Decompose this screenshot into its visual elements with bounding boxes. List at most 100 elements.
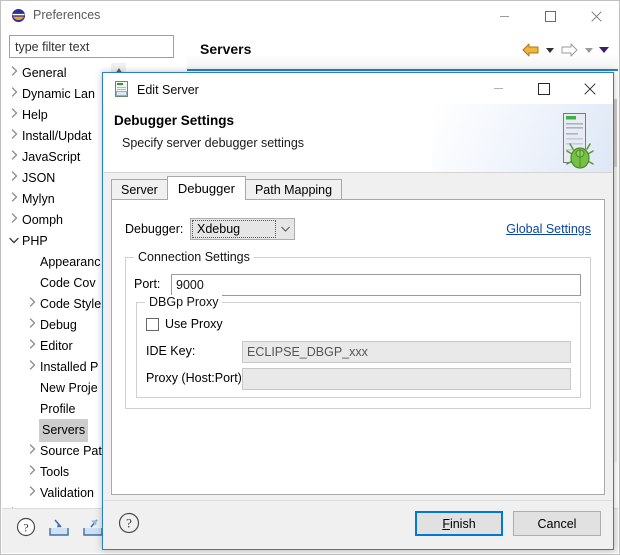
sidebar-item-installed-p[interactable]: Installed P (3, 357, 111, 378)
preferences-tree[interactable]: General Dynamic Lan Help Install/Updat JavaS… (3, 63, 111, 511)
port-label: Port: (134, 277, 161, 291)
minimize-button[interactable] (481, 1, 527, 31)
banner-description: Specify server debugger settings (122, 136, 305, 150)
sidebar-item-mylyn[interactable]: Mylyn (3, 189, 111, 210)
sidebar-item-oomph[interactable]: Oomph (3, 210, 111, 231)
back-arrow-icon[interactable] (519, 40, 541, 60)
port-row: Port: (134, 274, 581, 296)
finish-button-label: inish (449, 516, 476, 531)
global-settings-link[interactable]: Global Settings (506, 222, 591, 236)
sidebar-item-editor[interactable]: Editor (3, 336, 111, 357)
eclipse-icon (11, 8, 26, 23)
sidebar-item-label: Appearanc (40, 255, 101, 269)
proxy-host-port-input[interactable] (242, 368, 571, 390)
maximize-button[interactable] (521, 73, 567, 104)
chevron-down-icon[interactable] (7, 231, 21, 252)
forward-arrow-icon[interactable] (558, 40, 580, 60)
chevron-right-icon[interactable] (7, 126, 21, 147)
sidebar-item-dynamic-lan[interactable]: Dynamic Lan (3, 84, 111, 105)
chevron-right-icon[interactable] (7, 84, 21, 105)
sidebar-item-label: Code Cov (40, 276, 96, 290)
sidebar-item-debug[interactable]: Debug (3, 315, 111, 336)
sidebar-item-label: Editor (40, 339, 73, 353)
close-button[interactable] (573, 1, 619, 31)
chevron-right-icon[interactable] (7, 189, 21, 210)
server-icon (115, 81, 128, 100)
chevron-right-icon[interactable] (7, 147, 21, 168)
back-dropdown-chevron-down-icon[interactable] (543, 40, 556, 60)
debugger-selector-row: Debugger: Xdebug Global Settings (125, 218, 591, 242)
maximize-button[interactable] (527, 1, 573, 31)
sidebar-item-label: Source Pat (40, 444, 102, 458)
sidebar-item-label: Tools (40, 465, 70, 479)
ide-key-row: IDE Key: (146, 341, 571, 363)
chevron-right-icon[interactable] (25, 294, 39, 315)
tab-label: Debugger (177, 181, 235, 196)
forward-dropdown-chevron-down-icon[interactable] (582, 40, 595, 60)
chevron-right-icon[interactable] (25, 462, 39, 483)
page-navigation (519, 40, 610, 60)
sidebar-item-appearanc[interactable]: Appearanc (3, 252, 111, 273)
import-icon[interactable] (48, 517, 70, 540)
sidebar-item-json[interactable]: JSON (3, 168, 111, 189)
sidebar-item-servers[interactable]: Servers (3, 419, 111, 442)
sidebar-item-new-proje[interactable]: New Proje (3, 378, 111, 399)
sidebar-item-label: Dynamic Lan (22, 87, 95, 101)
chevron-right-icon[interactable] (25, 483, 39, 504)
search-input[interactable] (10, 36, 173, 57)
debugger-select[interactable]: Xdebug (190, 218, 295, 240)
tab-server[interactable]: Server (111, 179, 168, 200)
sidebar-item-source-pat[interactable]: Source Pat (3, 441, 111, 462)
finish-button-mnemonic: F (442, 516, 450, 531)
use-proxy-checkbox[interactable] (146, 317, 159, 331)
use-proxy-row[interactable]: Use Proxy (146, 317, 223, 331)
port-input[interactable] (171, 274, 581, 296)
sidebar-item-label: Oomph (22, 213, 63, 227)
chevron-right-icon[interactable] (25, 336, 39, 357)
chevron-right-icon[interactable] (7, 168, 21, 189)
sidebar-item-label: Code Style (40, 297, 102, 311)
sidebar-item-help[interactable]: Help (3, 105, 111, 126)
sidebar-item-validation[interactable]: Validation (3, 483, 111, 504)
sidebar-item-general[interactable]: General (3, 63, 111, 84)
tab-debugger[interactable]: Debugger (166, 176, 246, 200)
sidebar-item-code-cov[interactable]: Code Cov (3, 273, 111, 294)
tab-path-mapping[interactable]: Path Mapping (244, 179, 343, 200)
preferences-title-group: Preferences (11, 8, 100, 23)
sidebar-item-php[interactable]: PHP (3, 231, 111, 252)
finish-button[interactable]: Finish (415, 511, 503, 536)
chevron-right-icon[interactable] (7, 105, 21, 126)
help-button[interactable]: ? (16, 517, 36, 540)
sidebar-item-tools[interactable]: Tools (3, 462, 111, 483)
proxy-host-port-row: Proxy (Host:Port): (146, 368, 571, 390)
chevron-right-icon[interactable] (7, 63, 21, 84)
ide-key-input[interactable] (242, 341, 571, 363)
chevron-right-icon[interactable] (7, 210, 21, 231)
sidebar-item-label: JavaScript (22, 150, 81, 164)
sidebar-item-install-updat[interactable]: Install/Updat (3, 126, 111, 147)
tab-label: Server (121, 183, 158, 197)
sidebar-item-label: PHP (22, 234, 48, 248)
chevron-right-icon[interactable] (25, 315, 39, 336)
sidebar-item-profile[interactable]: Profile (3, 399, 111, 420)
debugger-select-value: Xdebug (192, 220, 276, 238)
debugger-label: Debugger: (125, 222, 184, 236)
cancel-button[interactable]: Cancel (513, 511, 601, 536)
preferences-tool-buttons: ? (16, 517, 104, 540)
minimize-button[interactable] (475, 73, 521, 104)
edit-server-dialog: Edit Server Debugger Settings Specify se… (102, 72, 614, 550)
help-button[interactable]: ? (118, 512, 140, 537)
chevron-right-icon[interactable] (25, 357, 39, 378)
tab-bar[interactable]: Server Debugger Path Mapping (111, 176, 605, 200)
sidebar-item-label: New Proje (40, 381, 98, 395)
chevron-down-icon (277, 226, 294, 232)
sidebar-item-label: Servers (39, 419, 89, 442)
menu-dropdown-chevron-down-icon[interactable] (597, 40, 610, 60)
sidebar-item-code-style[interactable]: Code Style (3, 294, 111, 315)
close-button[interactable] (567, 73, 613, 104)
sidebar-item-javascript[interactable]: JavaScript (3, 147, 111, 168)
screen: Preferences General Dynamic Lan Help Instal… (0, 0, 620, 555)
tab-panel-debugger: Debugger: Xdebug Global Settings Connect… (111, 199, 605, 495)
export-icon[interactable] (82, 517, 104, 540)
chevron-right-icon[interactable] (25, 441, 39, 462)
